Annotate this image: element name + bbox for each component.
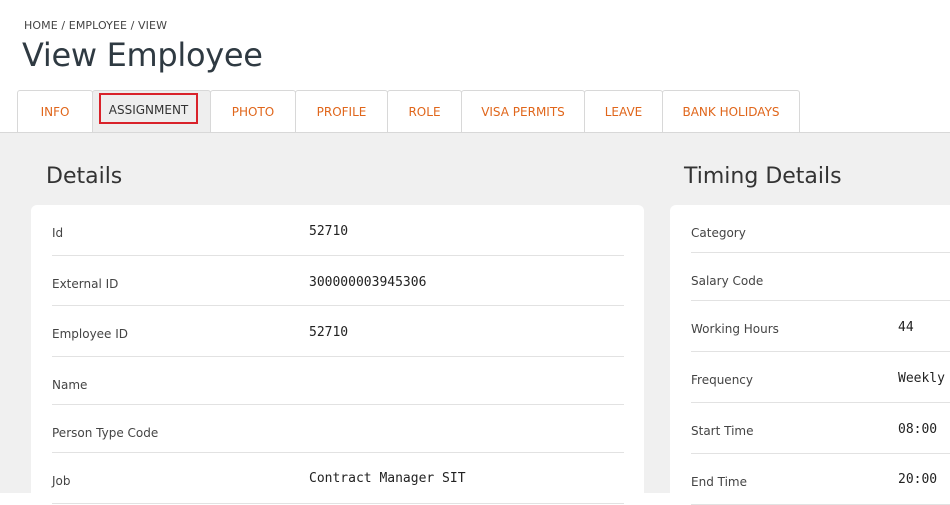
timing-value: 08:00	[898, 422, 938, 437]
detail-row-id: Id 52710	[52, 205, 624, 256]
tab-label: VISA PERMITS	[481, 104, 565, 119]
detail-row-employee-id: Employee ID 52710	[52, 306, 624, 357]
detail-label: External ID	[52, 277, 119, 291]
detail-value: 52710	[309, 325, 349, 340]
timing-label: Salary Code	[691, 274, 764, 288]
tab-label: BANK HOLIDAYS	[682, 104, 780, 119]
tab-role[interactable]: ROLE	[387, 90, 462, 132]
tab-visa-permits[interactable]: VISA PERMITS	[461, 90, 585, 132]
breadcrumb: HOME / EMPLOYEE / VIEW	[24, 19, 168, 32]
detail-label: Person Type Code	[52, 426, 159, 440]
timing-row-end-time: End Time 20:00	[691, 454, 950, 505]
detail-row-external-id: External ID 300000003945306	[52, 256, 624, 306]
detail-value: 300000003945306	[309, 275, 427, 290]
timing-value: 44	[898, 320, 914, 335]
timing-value: 20:00	[898, 472, 938, 487]
detail-value: Contract Manager SIT	[309, 471, 466, 486]
tab-photo[interactable]: PHOTO	[210, 90, 296, 132]
tab-bank-holidays[interactable]: BANK HOLIDAYS	[662, 90, 800, 132]
detail-row-job: Job Contract Manager SIT	[52, 453, 624, 504]
page-header: HOME / EMPLOYEE / VIEW View Employee INF…	[0, 0, 950, 133]
tab-profile[interactable]: PROFILE	[295, 90, 388, 132]
tab-label: PROFILE	[316, 104, 367, 119]
page-title: View Employee	[22, 36, 263, 74]
details-card: Id 52710 External ID 300000003945306 Emp…	[31, 205, 644, 505]
tab-info[interactable]: INFO	[17, 90, 93, 132]
tab-label: INFO	[40, 104, 70, 119]
timing-details-card: Category Salary Code Working Hours 44 Fr…	[670, 205, 950, 505]
timing-label: Start Time	[691, 424, 754, 438]
timing-row-frequency: Frequency Weekly	[691, 352, 950, 403]
tab-bar: INFO ASSIGNMENT PHOTO PROFILE ROLE VISA …	[17, 90, 800, 132]
tab-label: LEAVE	[604, 104, 643, 119]
detail-label: Name	[52, 378, 88, 392]
timing-label: Category	[691, 226, 746, 240]
detail-row-person-type-code: Person Type Code	[52, 405, 624, 453]
detail-value: 52710	[309, 224, 349, 239]
detail-row-name: Name	[52, 357, 624, 405]
tab-label: ASSIGNMENT	[108, 102, 189, 117]
detail-label: Job	[52, 474, 71, 488]
timing-label: End Time	[691, 475, 747, 489]
timing-label: Working Hours	[691, 322, 779, 336]
detail-label: Id	[52, 226, 64, 240]
timing-label: Frequency	[691, 373, 753, 387]
tab-label: PHOTO	[231, 104, 275, 119]
timing-row-working-hours: Working Hours 44	[691, 301, 950, 352]
tab-assignment[interactable]: ASSIGNMENT	[92, 90, 211, 132]
timing-row-salary-code: Salary Code	[691, 253, 950, 301]
details-heading: Details	[46, 164, 123, 189]
detail-label: Employee ID	[52, 327, 129, 341]
tab-label: ROLE	[408, 104, 441, 119]
tab-leave[interactable]: LEAVE	[584, 90, 663, 132]
main-content: Details Id 52710 External ID 30000000394…	[0, 133, 950, 505]
timing-row-category: Category	[691, 205, 950, 253]
timing-value: Weekly	[898, 371, 945, 386]
timing-details-heading: Timing Details	[684, 164, 842, 189]
timing-row-start-time: Start Time 08:00	[691, 403, 950, 454]
